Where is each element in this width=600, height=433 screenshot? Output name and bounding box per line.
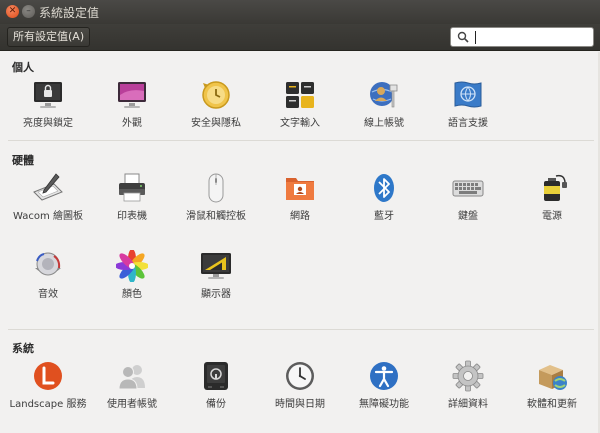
search-icon — [457, 31, 469, 43]
section-title-system: 系統 — [12, 342, 34, 355]
all-settings-button[interactable]: 所有設定值(A) — [7, 27, 91, 47]
settings-item-displays[interactable]: 顯示器 — [174, 250, 258, 322]
settings-item-label: 語言支援 — [448, 118, 488, 129]
settings-item-label: 顯示器 — [201, 289, 231, 300]
color-icon — [116, 250, 148, 282]
settings-item-label: 音效 — [38, 289, 58, 300]
minimize-window-button[interactable]: – — [22, 5, 35, 18]
settings-item-user-accounts[interactable]: 使用者帳號 — [90, 360, 174, 432]
close-window-button[interactable]: ✕ — [6, 5, 19, 18]
text-caret — [475, 31, 476, 44]
settings-item-label: 使用者帳號 — [107, 399, 157, 410]
settings-item-label: 印表機 — [117, 211, 147, 222]
displays-icon — [201, 253, 231, 279]
settings-item-label: 軟體和更新 — [527, 399, 577, 410]
wacom-tablet-icon — [33, 173, 63, 201]
title-bar: ✕ – 系統設定值 — [0, 0, 600, 24]
sound-icon — [35, 252, 61, 276]
appearance-icon — [118, 82, 146, 108]
settings-item-label: 顏色 — [122, 289, 142, 300]
settings-item-landscape[interactable]: Landscape 服務 — [6, 360, 90, 432]
landscape-icon — [34, 362, 62, 390]
settings-item-label: 備份 — [206, 399, 226, 410]
settings-item-color[interactable]: 顏色 — [90, 250, 174, 322]
settings-item-label: 線上帳號 — [364, 118, 404, 129]
settings-item-printer[interactable]: 印表機 — [90, 172, 174, 244]
details-gear-icon — [452, 360, 484, 392]
settings-item-label: 鍵盤 — [458, 211, 478, 222]
keyboard-icon — [452, 180, 484, 197]
settings-item-label: 網路 — [290, 211, 310, 222]
settings-item-label: 文字輸入 — [280, 118, 320, 129]
settings-item-time-date[interactable]: 時間與日期 — [258, 360, 342, 432]
settings-item-label: Wacom 繪圖板 — [13, 211, 83, 222]
settings-item-label: 電源 — [542, 211, 562, 222]
window-title: 系統設定值 — [39, 6, 100, 20]
settings-item-label: 亮度與鎖定 — [23, 118, 73, 129]
toolbar: 所有設定值(A) — [0, 24, 600, 51]
settings-content: 個人 亮度與鎖定 外觀 安全與隱私 文字輸入 線上帳號 語言支援 硬體 Waco… — [0, 52, 600, 433]
accessibility-icon — [370, 362, 398, 390]
clock-icon — [286, 362, 314, 390]
security-privacy-icon — [202, 81, 230, 109]
settings-item-sound[interactable]: 音效 — [6, 250, 90, 322]
user-accounts-icon — [118, 365, 145, 390]
settings-item-network[interactable]: 網路 — [258, 172, 342, 244]
settings-item-label: 外觀 — [122, 118, 142, 129]
settings-item-label: 安全與隱私 — [191, 118, 241, 129]
settings-item-bluetooth[interactable]: 藍牙 — [342, 172, 426, 244]
power-icon — [544, 174, 567, 201]
close-icon: ✕ — [8, 6, 17, 16]
settings-item-power[interactable]: 電源 — [510, 172, 594, 244]
software-updates-icon — [539, 365, 567, 390]
settings-item-label: 滑鼠和觸控板 — [186, 211, 246, 222]
settings-item-keyboard[interactable]: 鍵盤 — [426, 172, 510, 244]
settings-item-label: 詳細資料 — [448, 399, 488, 410]
brightness-lock-icon — [34, 82, 62, 108]
settings-item-backup[interactable]: 備份 — [174, 360, 258, 432]
settings-item-accessibility[interactable]: 無障礙功能 — [342, 360, 426, 432]
settings-item-software-updates[interactable]: 軟體和更新 — [510, 360, 594, 432]
section-title-personal: 個人 — [12, 61, 34, 74]
section-divider — [8, 140, 594, 141]
backup-icon — [204, 362, 228, 390]
network-icon — [286, 178, 314, 200]
settings-item-details[interactable]: 詳細資料 — [426, 360, 510, 432]
printer-icon — [119, 173, 145, 202]
mouse-icon — [208, 173, 224, 203]
settings-item-label: 藍牙 — [374, 211, 394, 222]
settings-item-label: 無障礙功能 — [359, 399, 409, 410]
online-accounts-icon — [370, 82, 398, 108]
text-entry-icon — [286, 82, 314, 108]
bluetooth-icon — [374, 174, 394, 202]
search-input[interactable] — [473, 30, 589, 44]
language-support-icon — [454, 81, 482, 108]
section-divider — [8, 329, 594, 330]
search-box[interactable] — [450, 27, 594, 47]
section-title-hardware: 硬體 — [12, 154, 34, 167]
settings-item-label: 時間與日期 — [275, 399, 325, 410]
settings-item-wacom-tablet[interactable]: Wacom 繪圖板 — [6, 172, 90, 244]
minimize-icon: – — [26, 6, 31, 16]
settings-item-label: Landscape 服務 — [9, 399, 87, 410]
settings-item-mouse-touchpad[interactable]: 滑鼠和觸控板 — [174, 172, 258, 244]
